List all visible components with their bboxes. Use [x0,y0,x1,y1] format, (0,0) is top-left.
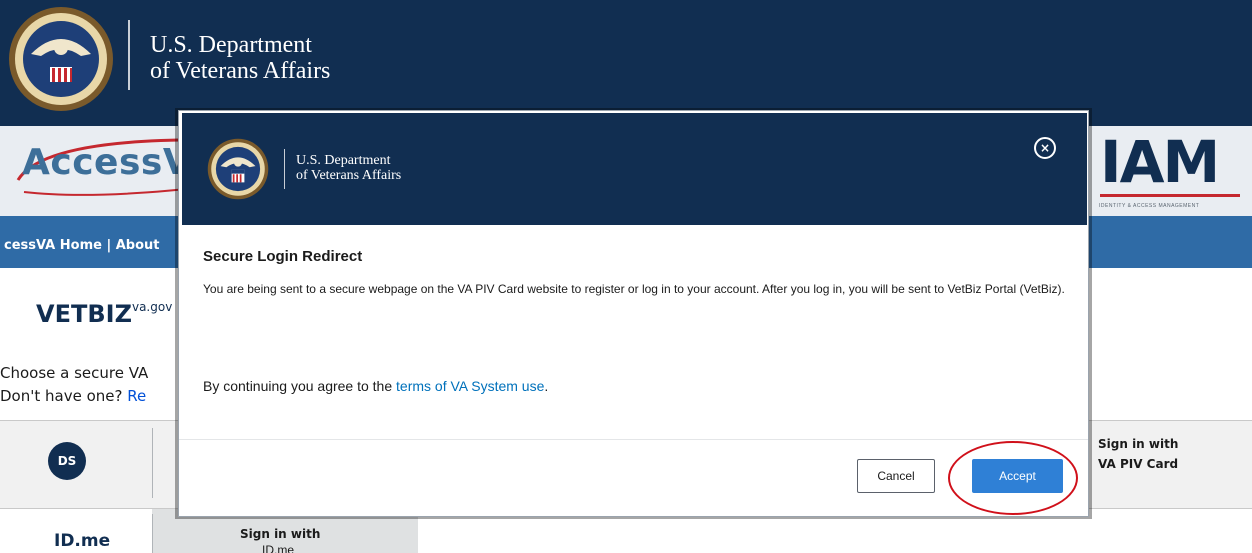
va-seal-icon [9,7,113,111]
modal-footer-divider [179,439,1088,440]
modal-brand-line1: U.S. Department [296,153,391,168]
modal-brand-line2: of Veterans Affairs [296,168,402,183]
close-icon[interactable]: × [1034,137,1056,159]
vetbiz-logo-text: VETBIZ [36,300,132,328]
register-link[interactable]: Re [127,387,146,405]
idme-signin-label-2: ID.me [262,543,295,553]
modal-title: Secure Login Redirect [203,248,363,265]
header-divider [128,20,130,90]
choose-line2-prefix: Don't have one? [0,387,128,405]
idme-signin-label[interactable]: Sign in with [240,524,320,544]
terms-prefix: By continuing you agree to the [203,378,397,394]
terms-link[interactable]: terms of VA System use [396,378,544,394]
idme-logo[interactable]: ID.me [54,531,110,551]
iam-logo: IAM [1100,128,1220,196]
terms-suffix: . [544,378,549,394]
piv-signin-option[interactable]: Sign in with VA PIV Card [1098,434,1178,474]
choose-line1: Choose a secure VA [0,364,149,382]
terms-agreement: By continuing you agree to the terms of … [203,378,548,394]
choose-credential-text: Choose a secure VA Don't have one? Re [0,362,148,408]
secure-login-modal: U.S. Department of Veterans Affairs × Se… [178,110,1089,517]
ds-logon-icon[interactable]: DS [48,442,86,480]
modal-brand-divider [284,149,285,189]
vetbiz-logo: VETBIZva.gov [36,300,172,328]
choose-line2: Don't have one? Re [0,385,148,408]
nav-links[interactable]: cessVA Home | About [4,238,160,253]
modal-header: U.S. Department of Veterans Affairs × [182,113,1087,225]
cell-divider [152,428,153,498]
header-brand-line1: U.S. Department [150,32,312,58]
iam-underline [1100,194,1240,197]
header-brand: U.S. Department of Veterans Affairs [150,32,330,84]
modal-brand: U.S. Department of Veterans Affairs [296,153,401,183]
cancel-button[interactable]: Cancel [857,459,935,493]
piv-signin-line2: VA PIV Card [1098,457,1179,471]
iam-tagline: IDENTITY & ACCESS MANAGEMENT [1099,203,1200,209]
cell-divider [152,514,153,553]
header-brand-line2: of Veterans Affairs [150,58,331,84]
vetbiz-suffix: va.gov [131,300,173,314]
piv-signin-line1: Sign in with [1098,437,1179,451]
accept-button[interactable]: Accept [972,459,1063,493]
va-seal-icon [207,138,269,200]
modal-body-text: You are being sent to a secure webpage o… [203,282,1065,296]
